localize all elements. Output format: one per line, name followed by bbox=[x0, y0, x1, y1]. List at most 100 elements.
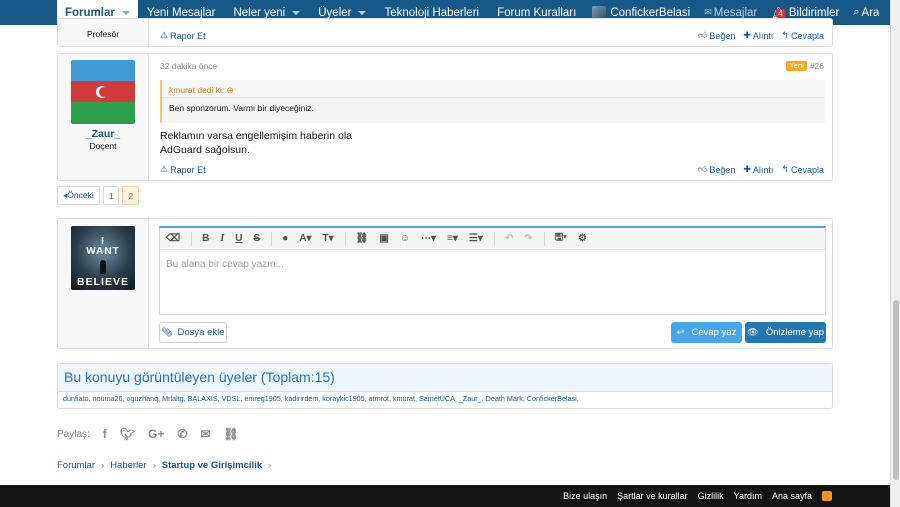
breadcrumb-startup[interactable]: Startup ve Girişimcilik bbox=[162, 460, 262, 471]
gear-icon[interactable]: ⚙ bbox=[578, 233, 587, 244]
page-scrollbar[interactable] bbox=[890, 0, 900, 507]
viewer-names[interactable]: dunfiato, nouma26, oguzhanq, Mrlaltg, BA… bbox=[63, 394, 579, 403]
divider bbox=[543, 231, 545, 246]
viewers-title: Bu konuyu görüntüleyen üyeler (Toplam:15… bbox=[58, 364, 832, 392]
redo-icon[interactable]: ↷ bbox=[524, 233, 532, 244]
breadcrumb-news[interactable]: Haberler bbox=[110, 460, 146, 471]
username-link[interactable]: _Zaur_ bbox=[58, 128, 148, 140]
search-link[interactable]: ⌕ Ara bbox=[846, 0, 886, 25]
footer-home-link[interactable]: Ana sayfa bbox=[772, 491, 812, 501]
post-actions: ⚠ Rapor Et 👍︎ Beğen ✚ Alıntı ↰ Cevapla bbox=[160, 30, 824, 41]
warning-icon: ⚠ bbox=[160, 30, 169, 40]
font-size-icon[interactable]: T▾ bbox=[322, 233, 333, 244]
new-badge: Yeni bbox=[786, 61, 807, 71]
tab-label: Forumlar bbox=[65, 6, 115, 19]
smiley-icon[interactable]: ☺ bbox=[400, 233, 410, 244]
scrollbar-thumb[interactable] bbox=[893, 300, 899, 480]
strikethrough-icon[interactable]: S bbox=[254, 233, 261, 244]
more-icon[interactable]: ⋯▾ bbox=[421, 233, 436, 244]
post-line: AdGuard sağolsun. bbox=[160, 144, 250, 156]
page-1-button[interactable]: 1 bbox=[102, 186, 120, 205]
quote-link[interactable]: ✚ Alıntı bbox=[743, 30, 773, 41]
facebook-icon[interactable]: f bbox=[103, 427, 107, 441]
thumbs-up-icon: 👍︎ bbox=[697, 164, 708, 174]
avatar: I WANT BELIEVE bbox=[71, 226, 135, 290]
post-actions: ⚠ Rapor Et 👍︎ Beğen ✚ Alıntı ↰ Cevapla bbox=[160, 164, 824, 175]
chevron-down-icon[interactable] bbox=[358, 10, 367, 15]
align-icon[interactable]: ≡▾ bbox=[447, 233, 458, 244]
tab-label: Üyeler bbox=[318, 6, 352, 19]
list-icon[interactable]: ☰▾ bbox=[469, 233, 483, 244]
quote-label: Alıntı bbox=[752, 164, 774, 175]
eraser-icon[interactable]: ⌫ bbox=[166, 233, 180, 244]
reply-textarea[interactable]: Bu alana bir cevap yazın... bbox=[160, 250, 825, 279]
footer-terms-link[interactable]: Şartlar ve kurallar bbox=[617, 491, 688, 501]
font-family-icon[interactable]: A▾ bbox=[299, 233, 311, 244]
underline-icon[interactable]: U bbox=[235, 233, 242, 244]
whatsapp-icon[interactable]: ✆ bbox=[177, 427, 187, 441]
report-link[interactable]: ⚠ Rapor Et bbox=[160, 30, 206, 41]
page-2-current[interactable]: 2 bbox=[122, 186, 140, 205]
chevron-down-icon[interactable] bbox=[292, 10, 301, 15]
plus-icon: ✚ bbox=[743, 164, 751, 174]
quote-author[interactable]: kmurat dedi ki: bbox=[169, 85, 224, 95]
quote-link[interactable]: ✚ Alıntı bbox=[743, 164, 773, 175]
share-bar: Paylaş: f 🐦︎ G+ ✆ ✉ ⛓ bbox=[57, 427, 239, 441]
footer-privacy-link[interactable]: Gizlilik bbox=[698, 491, 724, 501]
prev-page-button[interactable]: ◂Önceki bbox=[57, 186, 100, 205]
breadcrumb-forums[interactable]: Forumlar bbox=[57, 460, 95, 471]
account-username: ConfickerBelasi bbox=[610, 6, 691, 19]
preview-button[interactable]: 👁︎ Önizleme yap bbox=[745, 322, 826, 343]
attach-label: Dosya ekle bbox=[177, 327, 225, 338]
attach-files-button[interactable]: 📎︎ Dosya ekle bbox=[159, 322, 227, 343]
italic-icon[interactable]: I bbox=[220, 233, 224, 244]
twitter-icon[interactable]: 🐦︎ bbox=[120, 427, 135, 441]
undo-icon[interactable]: ↶ bbox=[505, 233, 513, 244]
envelope-icon: ✉ bbox=[704, 7, 712, 17]
arrow-up-circle-icon[interactable]: ⊕ bbox=[227, 85, 234, 95]
color-icon[interactable]: ● bbox=[282, 233, 288, 244]
like-link[interactable]: 👍︎ Beğen bbox=[698, 30, 735, 41]
link-icon[interactable]: ⛓ bbox=[356, 233, 369, 244]
bold-icon[interactable]: B bbox=[202, 233, 209, 244]
footer-contact-link[interactable]: Bize ulaşın bbox=[563, 491, 607, 501]
post-line: Reklamın varsa engellemişim haberin ola bbox=[160, 130, 353, 142]
user-title: Doçent bbox=[89, 141, 117, 151]
reply-editor: ⌫ B I U S ● A▾ T▾ ⛓ ▣ ☺ ⋯▾ ≡▾ ☰▾ ↶ ↷ 🖫▾ … bbox=[159, 226, 826, 315]
quote-header: kmurat dedi ki: ⊕ bbox=[162, 80, 825, 98]
reply-label: Cevapla bbox=[790, 164, 824, 175]
post-number[interactable]: #26 bbox=[810, 61, 824, 71]
footer-help-link[interactable]: Yardım bbox=[734, 491, 762, 501]
chevron-right-icon: › bbox=[152, 460, 156, 471]
crescent-icon bbox=[96, 86, 109, 98]
viewers-list: dunfiato, nouma26, oguzhanq, Mrlaltg, BA… bbox=[58, 392, 832, 405]
link-icon[interactable]: ⛓ bbox=[224, 427, 239, 441]
reply-link[interactable]: ↰ Cevapla bbox=[781, 164, 824, 175]
reply-label: Cevap yaz bbox=[691, 327, 737, 338]
avatar[interactable] bbox=[71, 60, 135, 124]
image-icon[interactable]: ▣ bbox=[379, 233, 388, 244]
report-link[interactable]: ⚠ Rapor Et bbox=[160, 164, 206, 175]
email-icon[interactable]: ✉ bbox=[200, 427, 210, 441]
chevron-down-icon[interactable] bbox=[121, 10, 130, 15]
divider bbox=[271, 231, 273, 246]
reply-user: I WANT BELIEVE bbox=[58, 219, 149, 348]
quote-block: kmurat dedi ki: ⊕ Ben sponzorum. Varmı b… bbox=[160, 80, 825, 123]
figure-silhouette bbox=[100, 260, 106, 274]
reply-icon: ↰ bbox=[781, 164, 789, 174]
save-draft-icon[interactable]: 🖫▾ bbox=[555, 230, 567, 247]
divider bbox=[344, 231, 346, 246]
post-26: _Zaur_ Doçent 32 dakika önce Yeni #26 km… bbox=[57, 53, 833, 181]
messages-label: Mesajlar bbox=[713, 6, 758, 19]
like-link[interactable]: 👍︎ Beğen bbox=[698, 164, 735, 175]
post-time[interactable]: 32 dakika önce bbox=[160, 61, 217, 71]
google-plus-icon[interactable]: G+ bbox=[148, 427, 164, 441]
like-label: Beğen bbox=[709, 30, 736, 41]
reply-link[interactable]: ↰ Cevapla bbox=[781, 30, 824, 41]
report-label: Rapor Et bbox=[170, 164, 206, 175]
rss-icon[interactable] bbox=[822, 491, 832, 501]
share-label: Paylaş: bbox=[57, 428, 90, 440]
avatar-text: WANT bbox=[86, 246, 120, 257]
post-reply-button[interactable]: ↩ Cevap yaz bbox=[671, 322, 742, 343]
editor-toolbar: ⌫ B I U S ● A▾ T▾ ⛓ ▣ ☺ ⋯▾ ≡▾ ☰▾ ↶ ↷ 🖫▾ … bbox=[160, 228, 825, 250]
